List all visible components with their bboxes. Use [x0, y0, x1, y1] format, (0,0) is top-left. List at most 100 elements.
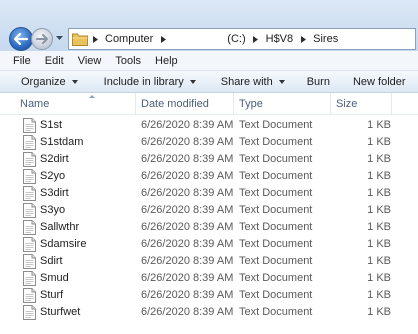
column-header-date[interactable]: Date modified: [137, 93, 234, 115]
file-size: 1 KB: [367, 306, 391, 318]
text-document-icon: [23, 254, 36, 269]
file-date-modified: 6/26/2020 8:39 AM: [141, 306, 234, 318]
menu-tools[interactable]: Tools: [108, 55, 148, 67]
text-document-icon: [23, 237, 36, 252]
breadcrumb-separator[interactable]: [251, 29, 261, 49]
sort-ascending-icon: [89, 95, 95, 98]
file-row[interactable]: Sdirt 6/26/2020 8:39 AM Text Document 1 KB: [0, 253, 418, 270]
column-header-size-label: Size: [336, 98, 358, 110]
file-date-modified: 6/26/2020 8:39 AM: [141, 289, 234, 301]
file-row[interactable]: Smud 6/26/2020 8:39 AM Text Document 1 KB: [0, 270, 418, 287]
text-document-icon: [23, 118, 36, 133]
file-type: Text Document: [239, 204, 313, 216]
file-date-modified: 6/26/2020 8:39 AM: [141, 119, 234, 131]
file-row[interactable]: Sallwthr 6/26/2020 8:39 AM Text Document 1 …: [0, 219, 418, 236]
menu-help[interactable]: Help: [148, 55, 185, 67]
text-document-icon: [23, 152, 36, 167]
file-date-modified: 6/26/2020 8:39 AM: [141, 272, 234, 284]
dropdown-arrow-icon: [189, 79, 196, 84]
file-size: 1 KB: [367, 272, 391, 284]
file-list: S1st 6/26/2020 8:39 AM Text Document 1 KB S1…: [0, 117, 418, 321]
include-in-library-label: Include in library: [103, 75, 184, 88]
file-date-modified: 6/26/2020 8:39 AM: [141, 187, 234, 199]
breadcrumb-separator[interactable]: [90, 29, 100, 49]
text-document-icon: [23, 271, 36, 286]
file-date-modified: 6/26/2020 8:39 AM: [141, 170, 234, 182]
file-date-modified: 6/26/2020 8:39 AM: [141, 221, 234, 233]
column-header-row: Name Date modified Type Size: [0, 93, 418, 115]
breadcrumb-folder[interactable]: H$V8: [263, 33, 297, 45]
address-box[interactable]: Computer (C:) H$V8 Sires: [68, 28, 416, 50]
chevron-down-icon: [56, 36, 63, 40]
chevron-right-icon: [300, 35, 306, 43]
dropdown-arrow-icon: [278, 79, 285, 84]
new-folder-button[interactable]: New folder: [353, 76, 406, 88]
column-header-size[interactable]: Size: [332, 93, 392, 115]
text-document-icon: [23, 203, 36, 218]
file-type: Text Document: [239, 187, 313, 199]
organize-button[interactable]: Organize: [21, 76, 78, 88]
breadcrumb-separator[interactable]: [298, 29, 308, 49]
file-name: Sturf: [40, 289, 64, 301]
menu-file[interactable]: File: [0, 55, 38, 67]
folder-icon: [72, 33, 88, 46]
file-size: 1 KB: [367, 119, 391, 131]
command-bar: Organize Include in library Share with B…: [0, 71, 418, 93]
address-bar-region: Computer (C:) H$V8 Sires: [0, 0, 418, 51]
file-size: 1 KB: [367, 238, 391, 250]
column-header-type[interactable]: Type: [235, 93, 331, 115]
file-type: Text Document: [239, 238, 313, 250]
chevron-right-icon: [92, 35, 98, 43]
file-name: Sallwthr: [40, 221, 80, 233]
back-button[interactable]: [9, 27, 33, 51]
file-type: Text Document: [239, 170, 313, 182]
text-document-icon: [23, 288, 36, 303]
chevron-right-icon: [253, 35, 259, 43]
column-header-type-label: Type: [239, 98, 263, 110]
file-size: 1 KB: [367, 204, 391, 216]
column-header-date-label: Date modified: [141, 98, 209, 110]
organize-label: Organize: [21, 75, 66, 88]
menu-edit[interactable]: Edit: [38, 55, 71, 67]
file-row[interactable]: S3yo 6/26/2020 8:39 AM Text Document 1 KB: [0, 202, 418, 219]
file-row[interactable]: Sturf 6/26/2020 8:39 AM Text Document 1 KB: [0, 287, 418, 304]
file-size: 1 KB: [367, 221, 391, 233]
file-row[interactable]: Sturfwet 6/26/2020 8:39 AM Text Document 1 …: [0, 304, 418, 321]
file-row[interactable]: S1stdam 6/26/2020 8:39 AM Text Document 1 K…: [0, 134, 418, 151]
file-size: 1 KB: [367, 136, 391, 148]
file-size: 1 KB: [367, 255, 391, 267]
share-with-button[interactable]: Share with: [221, 76, 285, 88]
file-row[interactable]: Sdamsire 6/26/2020 8:39 AM Text Document 1 …: [0, 236, 418, 253]
forward-arrow-icon: [36, 34, 48, 44]
include-in-library-button[interactable]: Include in library: [104, 76, 196, 88]
menu-view[interactable]: View: [71, 55, 109, 67]
text-document-icon: [23, 220, 36, 235]
file-row[interactable]: S3dirt 6/26/2020 8:39 AM Text Document 1 KB: [0, 185, 418, 202]
burn-button[interactable]: Burn: [307, 76, 330, 88]
breadcrumb-drive[interactable]: (C:): [224, 33, 248, 45]
file-name: Sdamsire: [40, 238, 87, 250]
column-header-name[interactable]: Name: [16, 93, 136, 115]
back-arrow-icon: [14, 33, 28, 45]
breadcrumb-separator[interactable]: [158, 29, 168, 49]
file-size: 1 KB: [367, 170, 391, 182]
file-row[interactable]: S2yo 6/26/2020 8:39 AM Text Document 1 KB: [0, 168, 418, 185]
text-document-icon: [23, 305, 36, 320]
new-folder-label: New folder: [352, 75, 406, 88]
file-row[interactable]: S1st 6/26/2020 8:39 AM Text Document 1 KB: [0, 117, 418, 134]
file-date-modified: 6/26/2020 8:39 AM: [141, 153, 234, 165]
breadcrumb-current[interactable]: Sires: [310, 33, 341, 45]
file-type: Text Document: [239, 255, 313, 267]
breadcrumb-computer[interactable]: Computer: [102, 33, 156, 45]
recent-pages-button[interactable]: [55, 34, 64, 43]
file-name: S2dirt: [40, 153, 69, 165]
file-name: S1st: [40, 119, 63, 131]
file-name: Sdirt: [40, 255, 63, 267]
file-type: Text Document: [239, 119, 313, 131]
file-name: S3dirt: [40, 187, 69, 199]
file-type: Text Document: [239, 136, 313, 148]
file-row[interactable]: S2dirt 6/26/2020 8:39 AM Text Document 1 KB: [0, 151, 418, 168]
column-header-name-label: Name: [20, 98, 50, 110]
forward-button[interactable]: [31, 28, 53, 50]
share-with-label: Share with: [220, 75, 273, 88]
